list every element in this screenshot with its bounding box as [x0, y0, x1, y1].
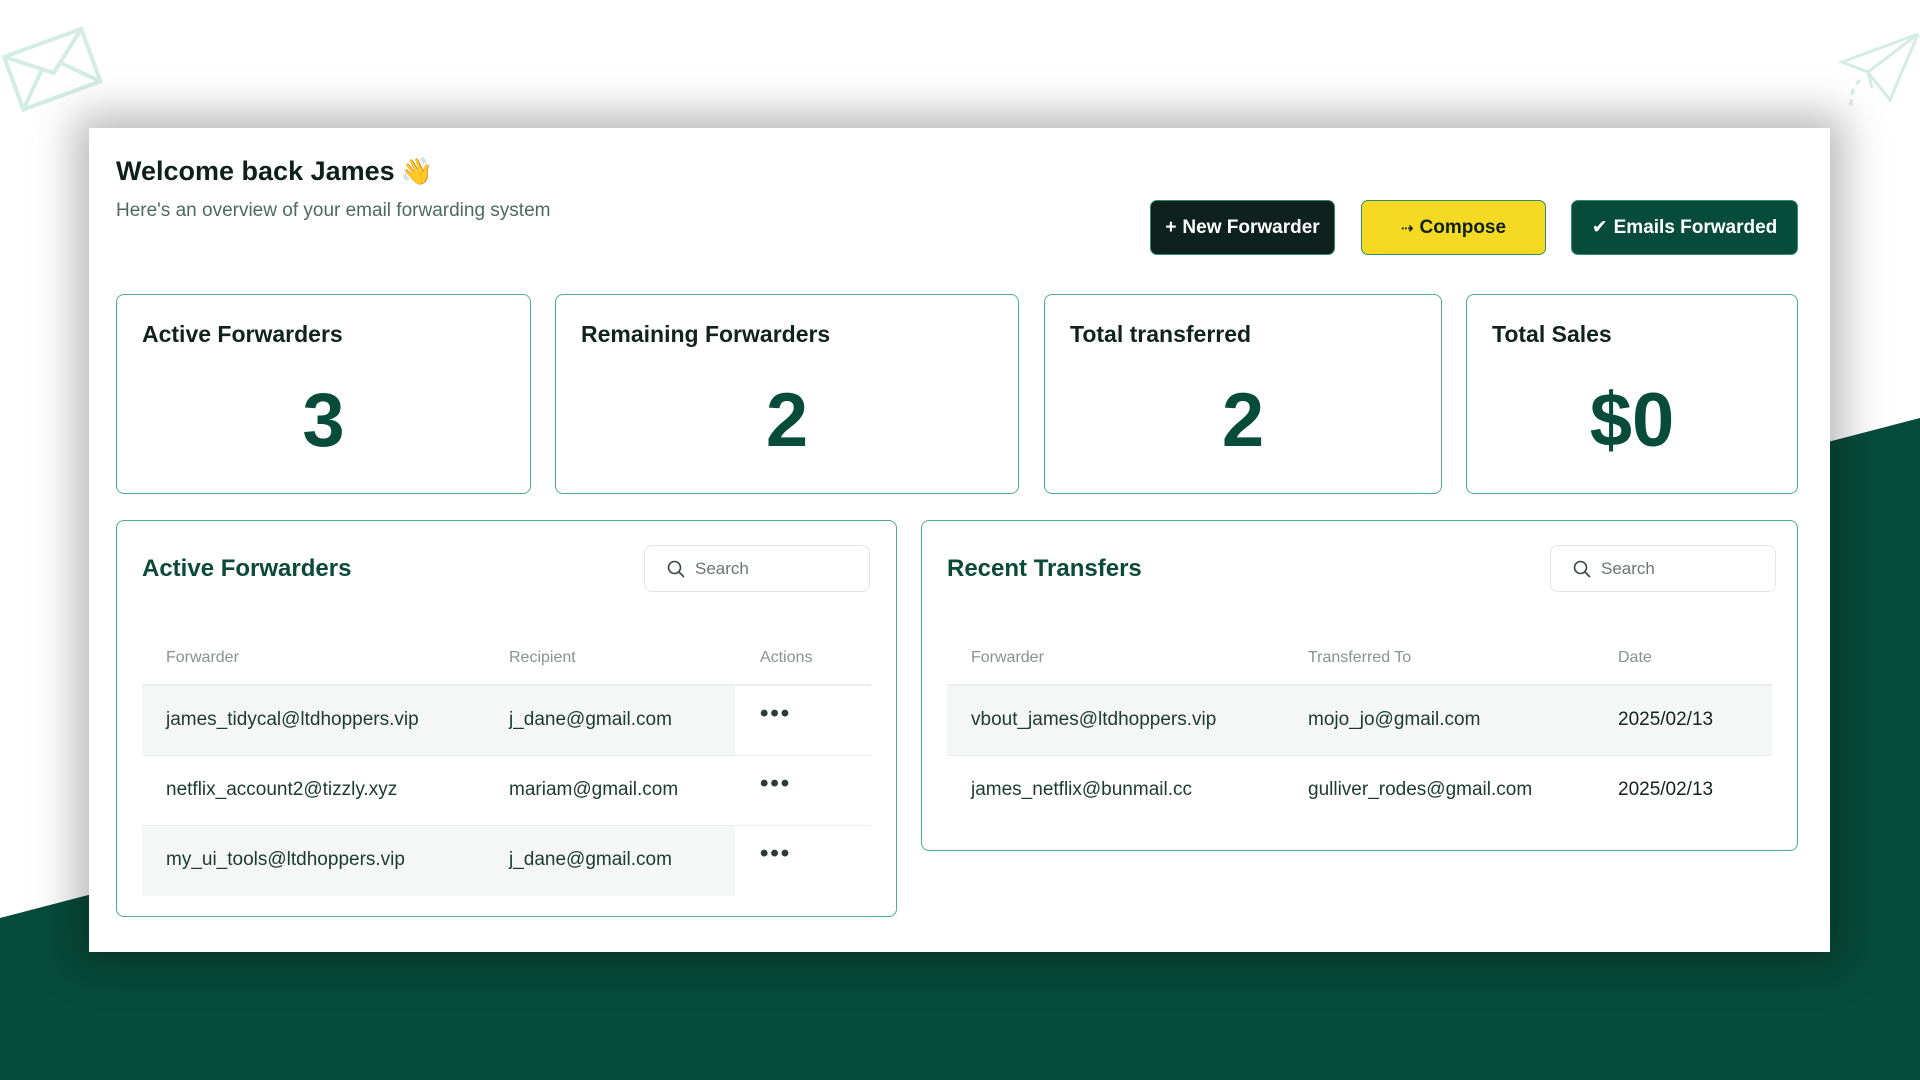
forwarder-cell: netflix_account2@tizzly.xyz: [166, 779, 398, 800]
table-header: Forwarder Transferred To Date: [947, 641, 1772, 686]
column-header-forwarder[interactable]: Forwarder: [971, 649, 1044, 667]
transferred-to-cell: mojo_jo@gmail.com: [1308, 709, 1481, 730]
search-icon: [667, 560, 685, 577]
stat-card-active-forwarders: Active Forwarders 3: [116, 294, 531, 494]
column-header-forwarder[interactable]: Forwarder: [166, 649, 239, 667]
card-title: Active Forwarders: [142, 555, 352, 582]
column-header-date[interactable]: Date: [1618, 649, 1652, 667]
column-header-transferred-to[interactable]: Transferred To: [1308, 649, 1411, 667]
forwarder-cell: my_ui_tools@ltdhoppers.vip: [166, 849, 405, 870]
stat-card-total-transferred: Total transferred 2: [1044, 294, 1442, 494]
emails-forwarded-label: Emails Forwarded: [1613, 216, 1778, 238]
emails-forwarded-button[interactable]: ✔ Emails Forwarded: [1571, 200, 1798, 255]
page-subtitle: Here's an overview of your email forward…: [116, 200, 551, 221]
stat-label: Active Forwarders: [142, 321, 343, 347]
compose-button[interactable]: ⇢ Compose: [1361, 200, 1546, 255]
column-header-recipient[interactable]: Recipient: [509, 649, 576, 667]
transferred-to-cell: gulliver_rodes@gmail.com: [1308, 779, 1533, 800]
plus-icon: +: [1165, 216, 1177, 238]
table-row[interactable]: james_netflix@bunmail.cc gulliver_rodes@…: [947, 756, 1772, 826]
recent-transfers-card: Recent Transfers Forwarder Transferred T…: [921, 520, 1798, 851]
envelope-icon: [1, 26, 103, 113]
compose-label: Compose: [1419, 216, 1507, 238]
search-icon: [1573, 560, 1591, 577]
table-row[interactable]: vbout_james@ltdhoppers.vip mojo_jo@gmail…: [947, 686, 1772, 756]
table-row[interactable]: james_tidycal@ltdhoppers.vip j_dane@gmai…: [142, 686, 871, 756]
stat-value: 3: [302, 378, 345, 463]
card-title: Recent Transfers: [947, 555, 1142, 582]
checkmark-icon: ✔: [1591, 217, 1608, 238]
page-title-text: Welcome back James: [116, 156, 395, 186]
active-forwarders-search[interactable]: [644, 545, 870, 592]
new-forwarder-button[interactable]: + New Forwarder: [1150, 200, 1335, 255]
page-title: Welcome back James 👋: [116, 156, 433, 187]
search-input[interactable]: [695, 558, 835, 579]
recipient-cell: j_dane@gmail.com: [509, 709, 672, 730]
table-row[interactable]: my_ui_tools@ltdhoppers.vip j_dane@gmail.…: [142, 826, 871, 896]
recipient-cell: mariam@gmail.com: [509, 779, 679, 800]
date-cell: 2025/02/13: [1618, 709, 1714, 730]
paper-plane-icon: [1838, 32, 1920, 110]
recipient-cell: j_dane@gmail.com: [509, 849, 672, 870]
more-actions-icon[interactable]: •••: [760, 770, 791, 798]
date-cell: 2025/02/13: [1618, 779, 1714, 800]
arrow-right-icon: ⇢: [1400, 219, 1414, 237]
dashboard-panel: Welcome back James 👋 Here's an overview …: [89, 128, 1830, 952]
more-actions-icon[interactable]: •••: [760, 700, 791, 728]
active-forwarders-card: Active Forwarders Forwarder Recipient Ac…: [116, 520, 897, 917]
stat-value: $0: [1589, 378, 1675, 463]
recent-transfers-search[interactable]: [1550, 545, 1776, 592]
table-header: Forwarder Recipient Actions: [142, 641, 871, 686]
stat-value: 2: [1221, 378, 1265, 463]
forwarder-cell: james_netflix@bunmail.cc: [971, 779, 1192, 800]
table-row[interactable]: netflix_account2@tizzly.xyz mariam@gmail…: [142, 756, 871, 826]
more-actions-icon[interactable]: •••: [760, 840, 791, 868]
new-forwarder-label: New Forwarder: [1182, 216, 1320, 238]
column-header-actions: Actions: [760, 649, 813, 666]
forwarder-cell: vbout_james@ltdhoppers.vip: [971, 709, 1217, 730]
search-input[interactable]: [1601, 558, 1741, 579]
stat-card-remaining-forwarders: Remaining Forwarders 2: [555, 294, 1019, 494]
stat-label: Total Sales: [1492, 321, 1612, 347]
stat-card-total-sales: Total Sales $0: [1466, 294, 1798, 494]
waving-hand-icon: 👋: [400, 156, 434, 186]
stat-label: Total transferred: [1070, 321, 1252, 347]
forwarder-cell: james_tidycal@ltdhoppers.vip: [166, 709, 419, 730]
stat-value: 2: [765, 378, 809, 463]
stat-label: Remaining Forwarders: [581, 321, 831, 347]
